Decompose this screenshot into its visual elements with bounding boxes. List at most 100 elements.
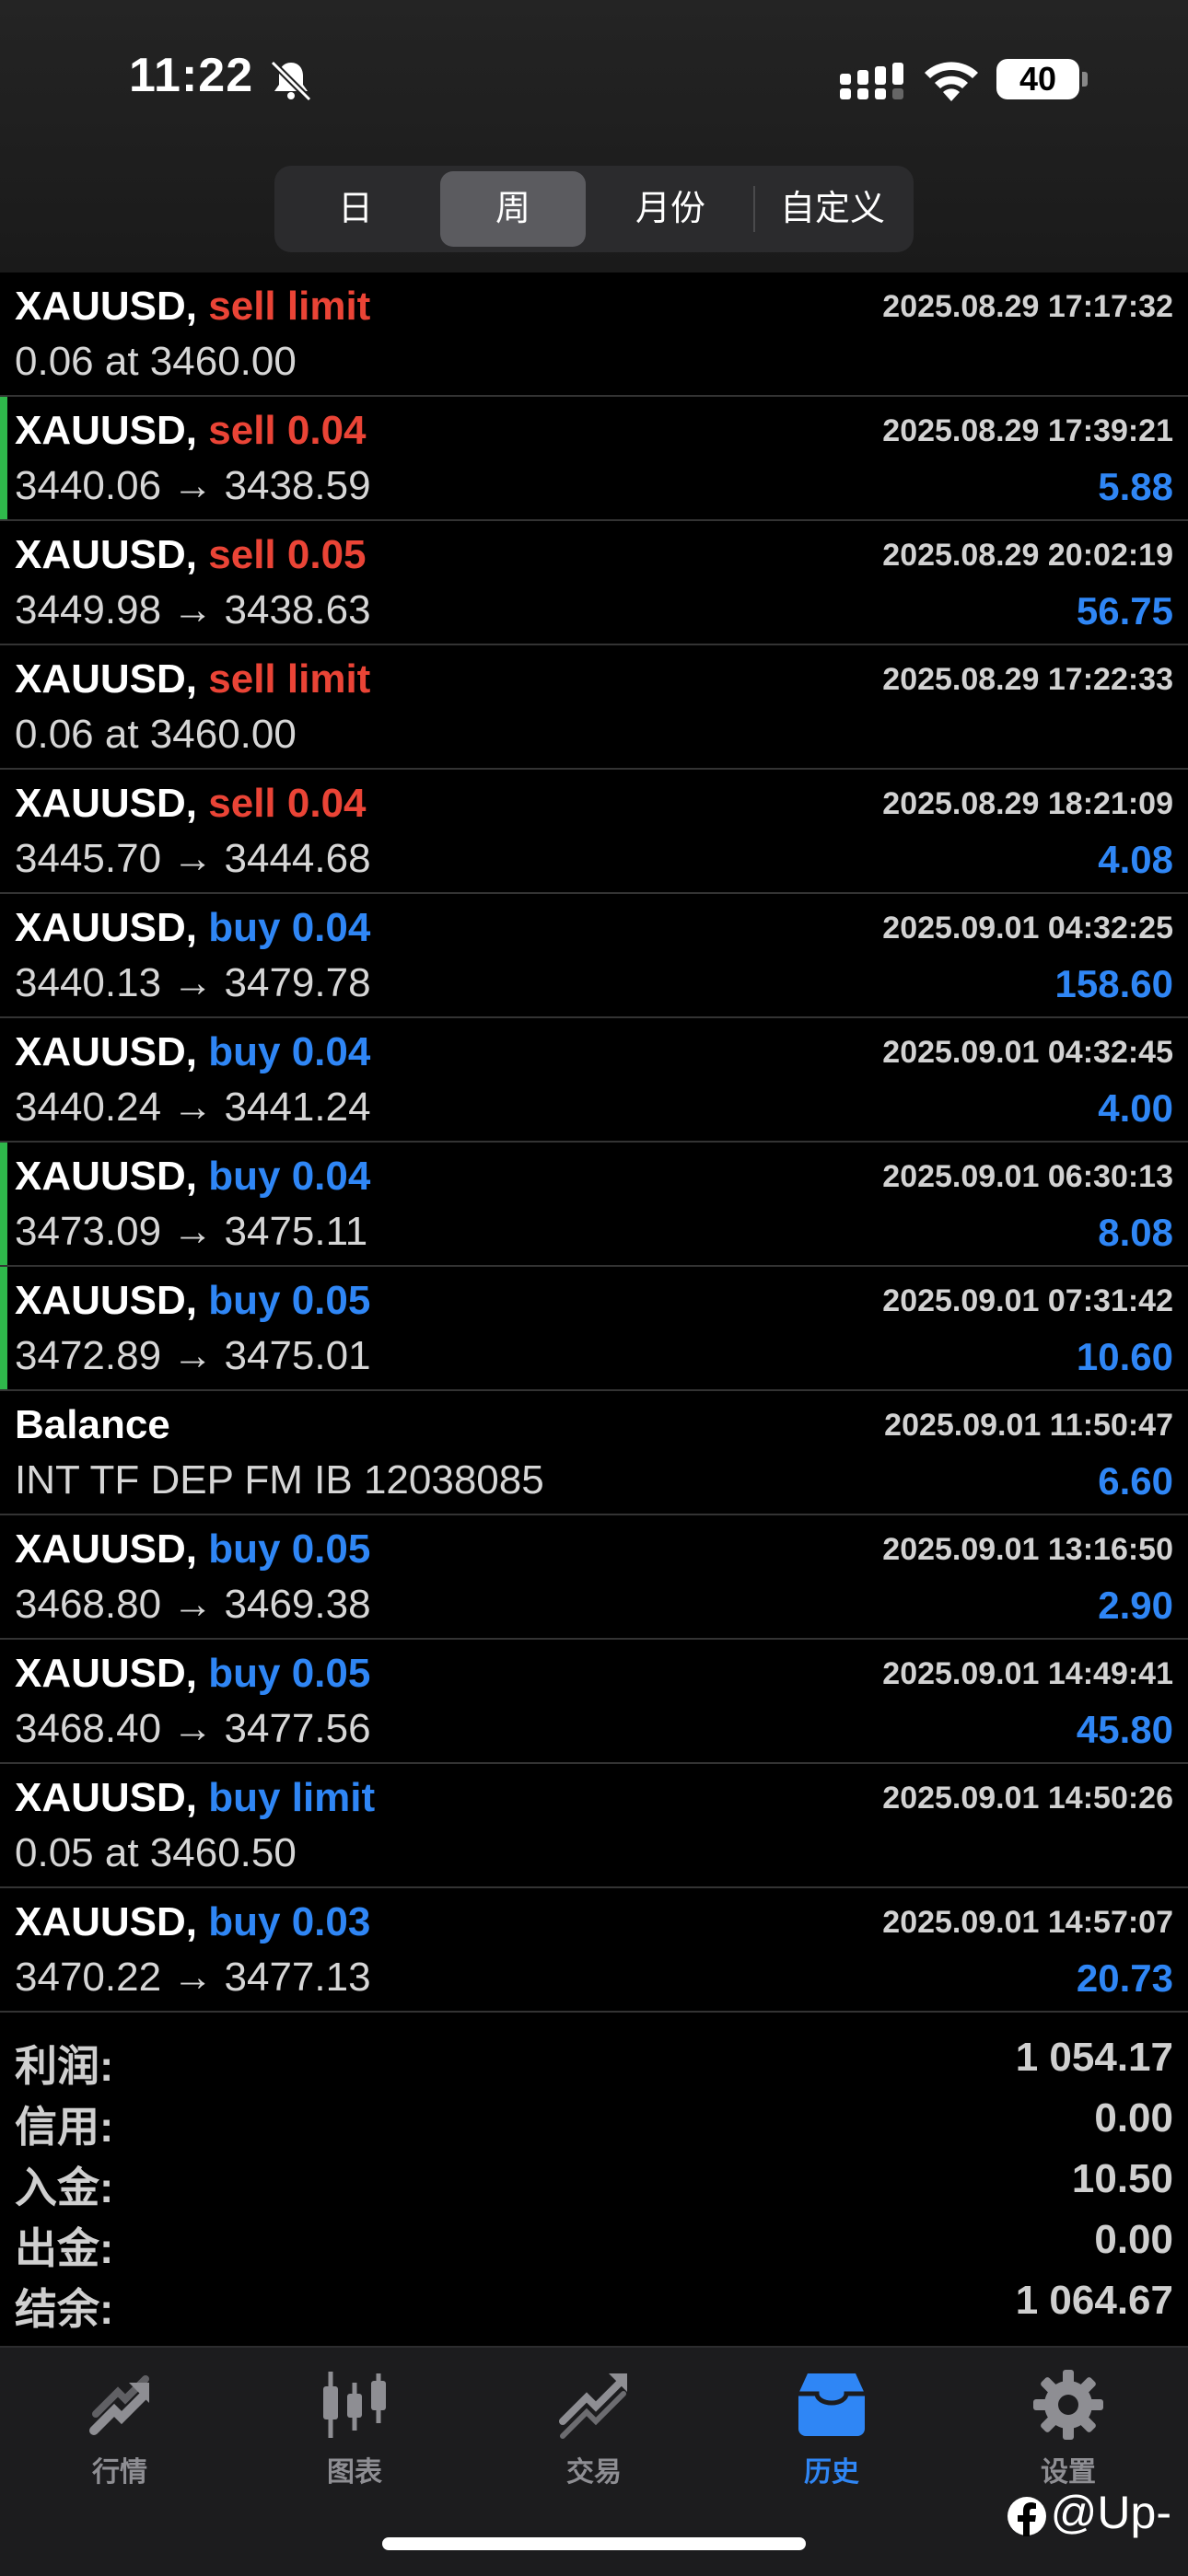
segment-week[interactable]: 周: [440, 171, 586, 247]
status-time: 11:22: [129, 49, 254, 102]
row-side: buy 0.05: [208, 1526, 371, 1572]
row-date: 2025.09.01 13:16:50: [882, 1532, 1173, 1567]
history-row[interactable]: Balance 2025.09.01 11:50:47 INT TF DEP FM …: [0, 1391, 1188, 1515]
row-side: buy 0.04: [208, 1154, 371, 1199]
row-date: 2025.09.01 14:50:26: [882, 1781, 1173, 1816]
row-title: XAUUSD, sell 0.05: [15, 532, 367, 578]
row-title: XAUUSD, sell limit: [15, 284, 370, 330]
history-row[interactable]: XAUUSD, buy 0.05 2025.09.01 07:31:42 3472.…: [0, 1267, 1188, 1391]
row-symbol: XAUUSD,: [15, 408, 198, 453]
history-list: XAUUSD, sell limit 2025.08.29 17:17:32 0.0…: [0, 273, 1188, 2013]
row-profit: 158.60: [1054, 962, 1173, 1005]
top-bar: 11:22 40 日 周 月份 自定义: [0, 0, 1188, 273]
history-row[interactable]: XAUUSD, buy 0.04 2025.09.01 04:32:45 3440.…: [0, 1018, 1188, 1143]
history-row[interactable]: XAUUSD, buy 0.05 2025.09.01 13:16:50 3468.…: [0, 1515, 1188, 1640]
row-side: sell 0.04: [208, 408, 367, 453]
segment-divider: [753, 186, 755, 232]
row-symbol: XAUUSD,: [15, 532, 198, 577]
row-detail: 0.05 at 3460.50: [15, 1830, 297, 1875]
summary-row: 信用: 0.00: [0, 2090, 1188, 2151]
tab-chart[interactable]: 图表: [272, 2366, 437, 2489]
battery-cap: [1082, 72, 1088, 87]
row-date: 2025.09.01 07:31:42: [882, 1283, 1173, 1318]
history-row[interactable]: XAUUSD, sell limit 2025.08.29 17:22:33 0.0…: [0, 645, 1188, 770]
summary-row: 入金: 10.50: [0, 2151, 1188, 2211]
row-symbol: XAUUSD,: [15, 284, 198, 329]
history-row[interactable]: XAUUSD, sell 0.04 2025.08.29 18:21:09 3445…: [0, 770, 1188, 894]
history-row[interactable]: XAUUSD, buy limit 2025.09.01 14:50:26 0.05…: [0, 1764, 1188, 1888]
history-row[interactable]: XAUUSD, buy 0.03 2025.09.01 14:57:07 3470.…: [0, 1888, 1188, 2013]
history-row[interactable]: XAUUSD, buy 0.04 2025.09.01 06:30:13 3473.…: [0, 1143, 1188, 1267]
bell-muted-icon: [270, 60, 312, 102]
row-title: XAUUSD, buy 0.04: [15, 1029, 370, 1075]
tab-quotes[interactable]: 行情: [37, 2366, 203, 2489]
row-date: 2025.09.01 11:50:47: [884, 1408, 1173, 1443]
row-date: 2025.09.01 06:30:13: [882, 1159, 1173, 1194]
summary-label: 信用:: [15, 2103, 114, 2151]
row-title: XAUUSD, buy 0.05: [15, 1278, 370, 1324]
row-title: XAUUSD, sell 0.04: [15, 408, 367, 454]
row-date: 2025.09.01 04:32:45: [882, 1035, 1173, 1070]
row-title: XAUUSD, sell 0.04: [15, 781, 367, 827]
summary-row: 出金: 0.00: [0, 2211, 1188, 2272]
row-date: 2025.09.01 14:57:07: [882, 1905, 1173, 1940]
row-detail: 3440.24 → 3441.24: [15, 1085, 371, 1130]
row-side: sell 0.04: [208, 781, 367, 826]
summary-value: 10.50: [1071, 2156, 1173, 2201]
row-side: sell 0.05: [208, 532, 367, 577]
tab-trade-label: 交易: [566, 2457, 622, 2488]
row-side: buy limit: [208, 1775, 376, 1820]
summary-row: 利润: 1 054.17: [0, 2029, 1188, 2090]
row-title: XAUUSD, buy 0.04: [15, 1154, 370, 1200]
tab-history[interactable]: 历史: [749, 2366, 914, 2489]
row-profit: 20.73: [1076, 1956, 1173, 2000]
history-row[interactable]: XAUUSD, sell 0.04 2025.08.29 17:39:21 3440…: [0, 397, 1188, 521]
row-symbol: XAUUSD,: [15, 656, 198, 702]
row-detail: 3440.13 → 3479.78: [15, 960, 371, 1005]
row-title: XAUUSD, buy 0.05: [15, 1526, 370, 1572]
row-date: 2025.09.01 14:49:41: [882, 1656, 1173, 1691]
row-side: buy 0.04: [208, 905, 371, 950]
row-detail: 3449.98 → 3438.63: [15, 587, 371, 632]
history-row[interactable]: XAUUSD, sell 0.05 2025.08.29 20:02:19 3449…: [0, 521, 1188, 645]
row-profit: 4.00: [1098, 1086, 1173, 1130]
battery-indicator: 40: [996, 59, 1079, 99]
row-detail: 3473.09 → 3475.11: [15, 1209, 368, 1254]
summary-value: 1 054.17: [1015, 2035, 1173, 2080]
tab-quotes-label: 行情: [92, 2457, 147, 2488]
row-detail: 3445.70 → 3444.68: [15, 836, 371, 881]
settings-icon: [1033, 2370, 1103, 2440]
tab-settings[interactable]: 设置: [985, 2366, 1151, 2489]
row-symbol: XAUUSD,: [15, 1526, 198, 1572]
cellular-signal-icon: [840, 63, 903, 99]
row-symbol: XAUUSD,: [15, 905, 198, 950]
quotes-icon: [89, 2375, 149, 2435]
watermark: @Up-: [1007, 2486, 1171, 2539]
tab-trade[interactable]: 交易: [511, 2366, 677, 2489]
row-side: buy 0.04: [208, 1029, 371, 1074]
segment-month[interactable]: 月份: [597, 171, 744, 247]
summary-label: 结余:: [15, 2285, 114, 2333]
row-detail: 3440.06 → 3438.59: [15, 463, 371, 508]
row-symbol: XAUUSD,: [15, 1154, 198, 1199]
row-side: sell limit: [208, 284, 371, 329]
tab-settings-label: 设置: [1041, 2457, 1096, 2488]
row-side: buy 0.05: [208, 1278, 371, 1323]
watermark-text: @Up-: [1050, 2487, 1171, 2538]
history-icon: [798, 2373, 865, 2436]
row-title: XAUUSD, buy 0.04: [15, 905, 370, 951]
row-title: XAUUSD, buy limit: [15, 1775, 375, 1821]
chart-icon: [323, 2372, 386, 2438]
facebook-icon: [1007, 2496, 1046, 2536]
wifi-icon: [925, 62, 978, 101]
history-row[interactable]: XAUUSD, sell limit 2025.08.29 17:17:32 0.0…: [0, 273, 1188, 397]
row-date: 2025.08.29 17:39:21: [882, 413, 1173, 448]
segment-day[interactable]: 日: [282, 171, 429, 247]
row-date: 2025.08.29 17:17:32: [882, 289, 1173, 324]
row-detail: 3472.89 → 3475.01: [15, 1333, 371, 1378]
history-row[interactable]: XAUUSD, buy 0.04 2025.09.01 04:32:25 3440.…: [0, 894, 1188, 1018]
row-title: Balance: [15, 1402, 170, 1448]
history-row[interactable]: XAUUSD, buy 0.05 2025.09.01 14:49:41 3468.…: [0, 1640, 1188, 1764]
row-symbol: XAUUSD,: [15, 1278, 198, 1323]
segment-custom[interactable]: 自定义: [759, 171, 906, 247]
